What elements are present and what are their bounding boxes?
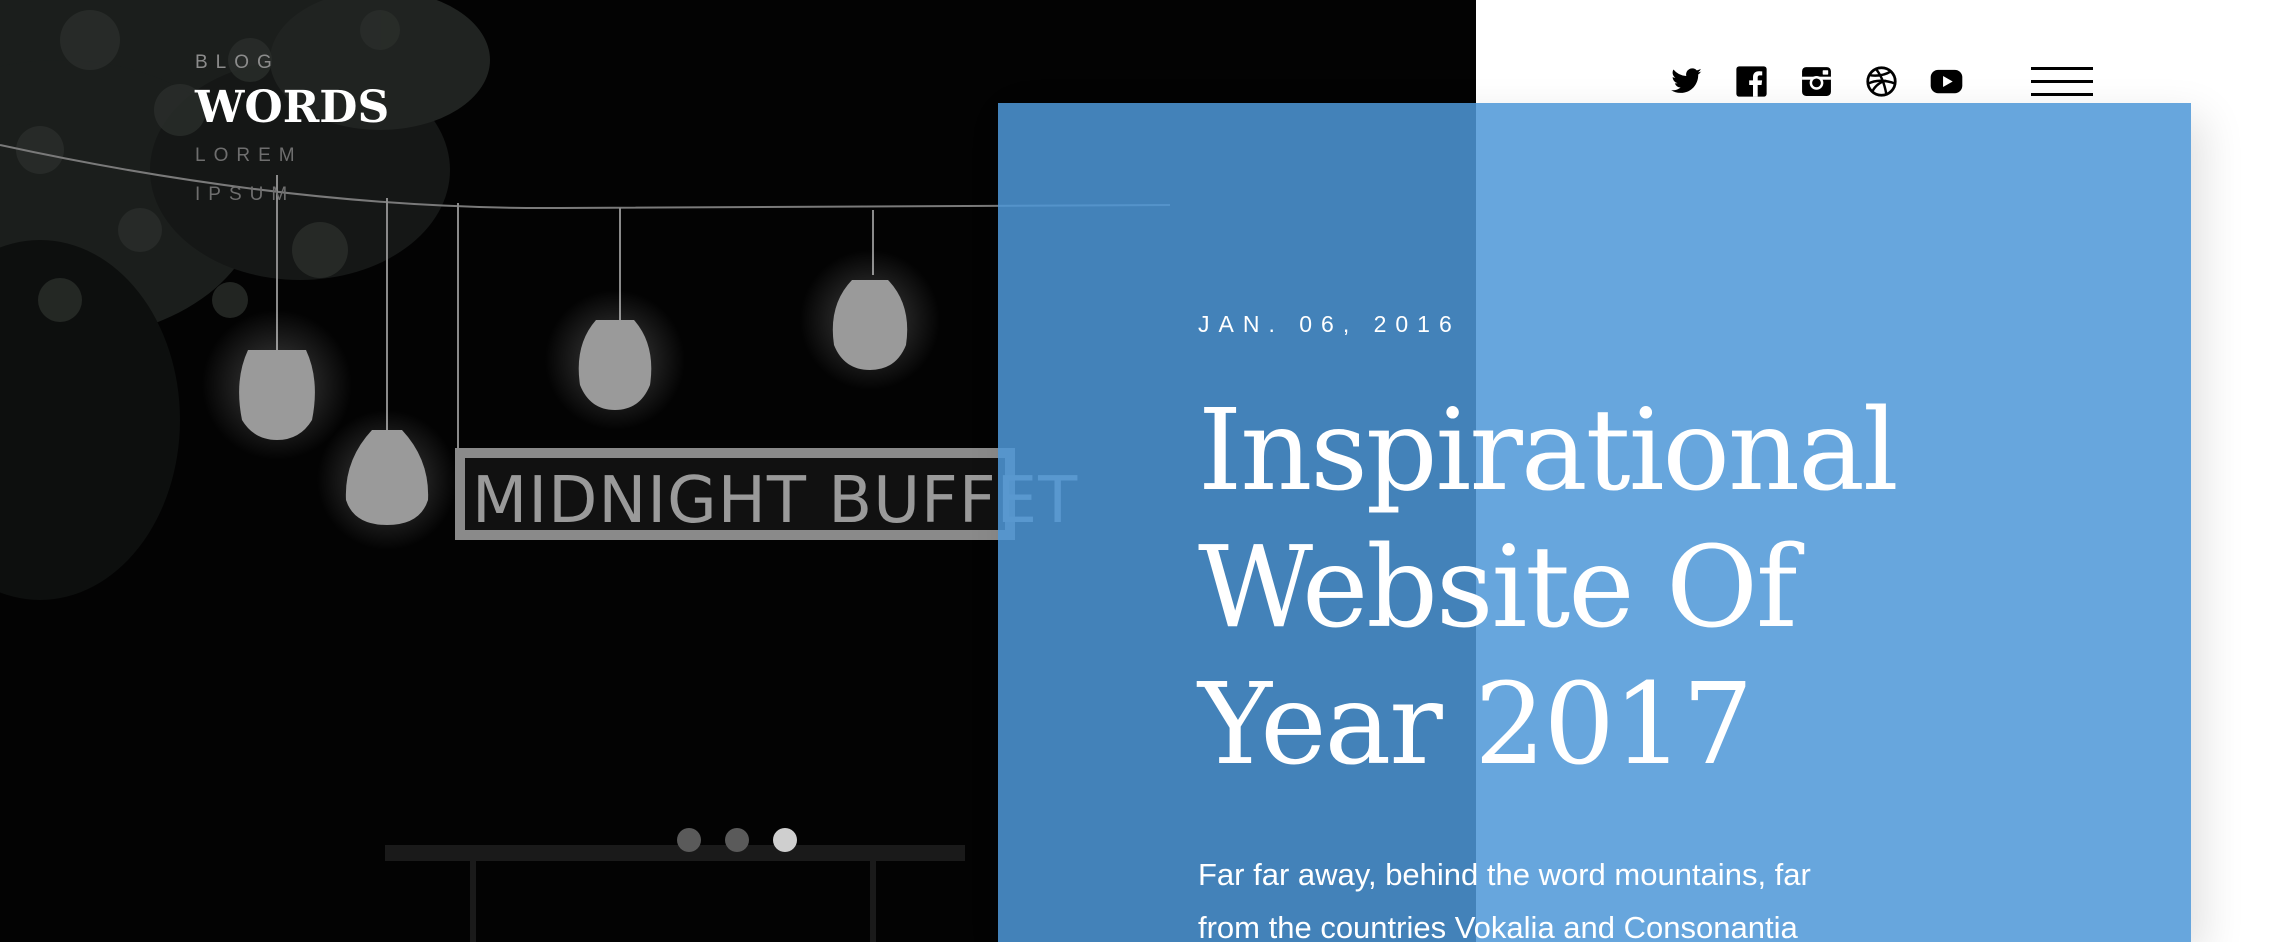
post-excerpt-line2: from the countries Vokalia and Consonant…	[1198, 910, 1798, 942]
youtube-icon[interactable]	[1930, 65, 1963, 98]
post-title-line2: Website Of	[1198, 523, 1797, 653]
menu-bar	[2031, 67, 2093, 70]
post-title-line3: Year 2017	[1198, 660, 1753, 790]
facebook-icon[interactable]	[1735, 65, 1768, 98]
post-title-line1: Inspirational	[1198, 386, 1899, 516]
slider-dots	[677, 828, 797, 852]
menu-bar	[2031, 80, 2093, 83]
logo-sub-line1: LOREM	[195, 145, 303, 166]
dribbble-icon[interactable]	[1865, 65, 1898, 98]
slider-dot-2[interactable]	[725, 828, 749, 852]
logo-sub-line2: IPSUM	[195, 184, 296, 205]
post-title[interactable]: Inspirational Website Of Year 2017	[1198, 383, 2098, 794]
logo-wordmark: WORDS	[195, 82, 390, 133]
logo-tagline-top: BLOG	[195, 52, 280, 73]
logo-tagline-bottom: LOREM IPSUM	[195, 136, 389, 214]
top-navigation	[1670, 64, 2093, 98]
svg-text:MIDNIGHT BUFFET: MIDNIGHT BUFFET	[472, 464, 1078, 538]
slider-dot-3-active[interactable]	[773, 828, 797, 852]
midnight-buffet-sign: MIDNIGHT BUFFET	[455, 448, 1078, 540]
hamburger-menu-icon[interactable]	[2031, 64, 2093, 98]
featured-post-card[interactable]: JAN. 06, 2016 Inspirational Website Of Y…	[998, 103, 2191, 942]
twitter-icon[interactable]	[1670, 65, 1703, 98]
page: MIDNIGHT BUFFET BLOG WORDS LOREM IPSUM J…	[0, 0, 2272, 942]
slider-dot-1[interactable]	[677, 828, 701, 852]
post-excerpt-line1: Far far away, behind the word mountains,…	[1198, 857, 1811, 892]
bench	[385, 845, 965, 942]
instagram-icon[interactable]	[1800, 65, 1833, 98]
post-excerpt: Far far away, behind the word mountains,…	[1198, 848, 2098, 942]
menu-bar	[2031, 93, 2093, 96]
post-date: JAN. 06, 2016	[1198, 311, 1461, 337]
social-links	[1670, 65, 1963, 98]
site-logo[interactable]: BLOG WORDS LOREM IPSUM	[195, 50, 389, 214]
